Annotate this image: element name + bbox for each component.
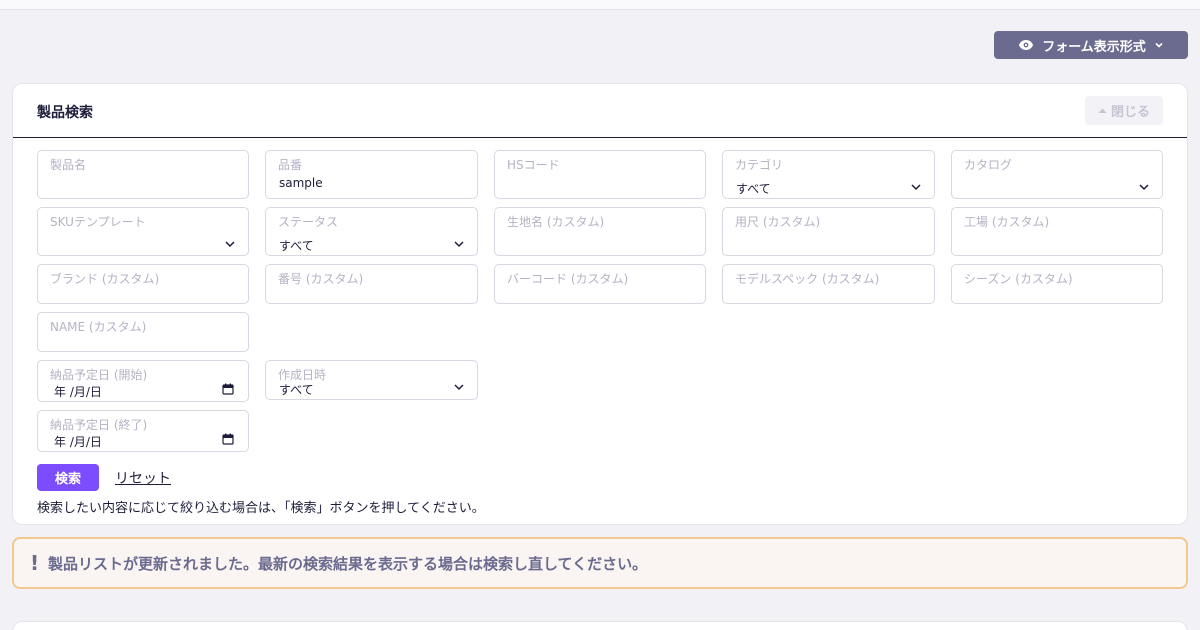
field-value: すべて xyxy=(279,383,314,397)
field-label: 製品名 xyxy=(50,158,87,172)
results-card xyxy=(12,621,1188,630)
chevron-down-icon xyxy=(225,241,235,248)
field-label: 工場 (カスタム) xyxy=(964,215,1050,229)
brand-field[interactable]: ブランド (カスタム) xyxy=(37,264,249,304)
field-label: 納品予定日 (終了) xyxy=(50,418,148,432)
field-label: NAME (カスタム) xyxy=(50,320,147,334)
field-label: 番号 (カスタム) xyxy=(278,272,364,286)
delivery-start-date-field[interactable]: 納品予定日 (開始) 年 /月/日 xyxy=(37,360,249,402)
field-value: すべて xyxy=(279,239,314,253)
field-value: すべて xyxy=(736,182,771,196)
field-label: SKUテンプレート xyxy=(50,215,146,229)
name-custom-field[interactable]: NAME (カスタム) xyxy=(37,312,249,352)
catalog-select[interactable]: カタログ xyxy=(951,150,1163,199)
caret-up-icon xyxy=(1098,103,1107,118)
field-label: 生地名 (カスタム) xyxy=(507,215,605,229)
product-number-field[interactable]: 品番 sample xyxy=(265,150,478,199)
delivery-end-date-field[interactable]: 納品予定日 (終了) 年 /月/日 xyxy=(37,410,249,452)
field-label: シーズン (カスタム) xyxy=(964,272,1073,286)
factory-field[interactable]: 工場 (カスタム) xyxy=(951,207,1163,256)
field-label: バーコード (カスタム) xyxy=(507,272,629,286)
sku-template-select[interactable]: SKUテンプレート xyxy=(37,207,249,256)
eye-icon xyxy=(1018,39,1034,51)
fabric-length-field[interactable]: 用尺 (カスタム) xyxy=(722,207,935,256)
field-label: モデルスペック (カスタム) xyxy=(735,272,880,286)
view-mode-label: フォーム表示形式 xyxy=(1042,39,1146,55)
top-bar xyxy=(0,0,1200,10)
chevron-down-icon xyxy=(454,384,464,391)
status-select[interactable]: ステータス すべて xyxy=(265,207,478,256)
fabric-name-field[interactable]: 生地名 (カスタム) xyxy=(494,207,706,256)
alert-message: 製品リストが更新されました。最新の検索結果を表示する場合は検索し直してください。 xyxy=(48,554,648,573)
field-label: 品番 xyxy=(278,158,303,172)
hs-code-field[interactable]: HSコード xyxy=(494,150,706,199)
chevron-down-icon xyxy=(1139,184,1149,191)
chevron-down-icon xyxy=(1154,40,1164,50)
field-value: sample xyxy=(279,176,323,190)
view-mode-button[interactable]: フォーム表示形式 xyxy=(994,31,1188,59)
calendar-icon[interactable] xyxy=(222,383,234,395)
chevron-down-icon xyxy=(911,184,921,191)
field-label: 納品予定日 (開始) xyxy=(50,368,148,382)
number-field[interactable]: 番号 (カスタム) xyxy=(265,264,478,304)
field-label: ステータス xyxy=(278,215,339,229)
calendar-icon[interactable] xyxy=(222,433,234,445)
barcode-field[interactable]: バーコード (カスタム) xyxy=(494,264,706,304)
field-value: 年 /月/日 xyxy=(54,385,102,399)
field-label: ブランド (カスタム) xyxy=(50,272,160,286)
search-button[interactable]: 検索 xyxy=(37,464,99,491)
model-spec-field[interactable]: モデルスペック (カスタム) xyxy=(722,264,935,304)
season-field[interactable]: シーズン (カスタム) xyxy=(951,264,1163,304)
field-label: HSコード xyxy=(507,158,560,172)
product-search-panel: 製品検索 閉じる 製品名 品番 sample HSコード カテゴリ すべて カタ… xyxy=(12,83,1188,525)
reset-link[interactable]: リセット xyxy=(115,468,171,488)
created-at-select[interactable]: 作成日時 すべて xyxy=(265,360,478,400)
panel-header: 製品検索 閉じる xyxy=(13,84,1187,138)
field-label: カテゴリ xyxy=(735,158,784,172)
field-label: カタログ xyxy=(964,158,1013,172)
close-panel-button[interactable]: 閉じる xyxy=(1085,96,1163,125)
search-hint: 検索したい内容に応じて絞り込む場合は、「検索」ボタンを押してください。 xyxy=(37,501,485,516)
category-select[interactable]: カテゴリ すべて xyxy=(722,150,935,199)
chevron-down-icon xyxy=(454,241,464,248)
field-label: 用尺 (カスタム) xyxy=(735,215,821,229)
close-label: 閉じる xyxy=(1110,105,1150,120)
product-name-field[interactable]: 製品名 xyxy=(37,150,249,199)
exclamation-icon: ! xyxy=(30,551,40,575)
update-alert: ! 製品リストが更新されました。最新の検索結果を表示する場合は検索し直してくださ… xyxy=(12,537,1188,589)
panel-title: 製品検索 xyxy=(37,105,93,121)
field-value: 年 /月/日 xyxy=(54,435,102,449)
